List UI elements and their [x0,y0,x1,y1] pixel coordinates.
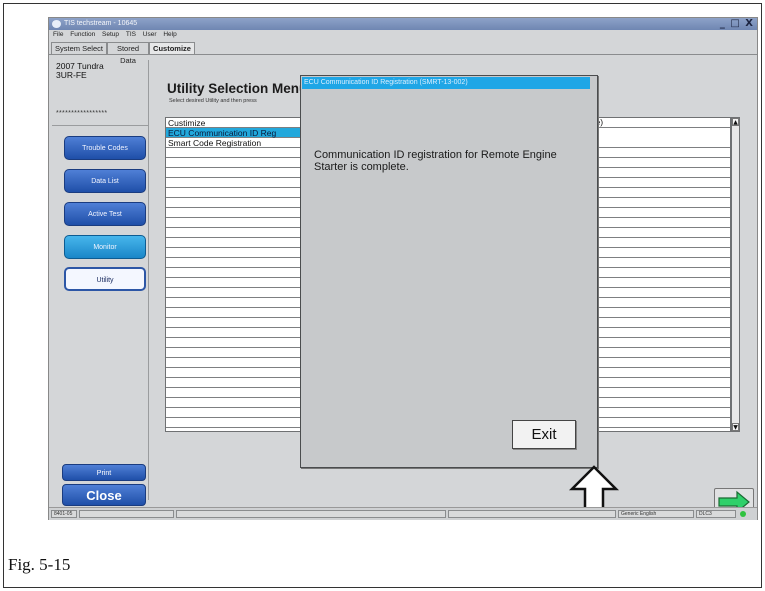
app-logo-icon [52,20,61,28]
status-port: DLC3 [696,510,736,518]
scroll-up-icon[interactable]: ▲ [732,118,739,126]
menu-file[interactable]: File [53,31,63,38]
data-list-button[interactable]: Data List [64,169,146,193]
vehicle-info: 2007 Tundra 3UR-FE [56,62,104,80]
list-scrollbar[interactable]: ▲ ▼ [731,117,740,432]
tab-stored-data[interactable]: Stored Data [107,42,149,65]
close-button[interactable]: Close [62,484,146,506]
status-bar: 8401-05 Generic English DLC3 [49,507,757,520]
utility-menu-subtitle: Select desired Utility and then press [169,98,257,104]
window-controls[interactable]: _ □ X [720,18,754,30]
list-item-ecu-communication-id[interactable]: ECU Communication ID Reg [166,128,306,138]
tab-bar: System Select Stored Data Customize [49,41,757,65]
tab-system-select[interactable]: System Select [51,42,107,54]
dialog-title: ECU Communication ID Registration (SMRT-… [302,77,590,89]
dialog-message: Communication ID registration for Remote… [314,149,557,173]
connection-status-icon [740,511,746,517]
figure-caption: Fig. 5-15 [8,555,71,574]
vehicle-vin: ***************** [56,110,108,117]
status-code: 8401-05 [51,510,77,518]
vehicle-engine: 3UR-FE [56,70,87,80]
techstream-window: TIS techstream - 10645 _ □ X File Functi… [48,17,758,520]
scroll-down-icon[interactable]: ▼ [732,423,739,431]
menu-user[interactable]: User [143,31,157,38]
utility-menu-title: Utility Selection Menu [167,81,308,96]
menu-function[interactable]: Function [70,31,95,38]
window-title: TIS techstream - 10645 [64,20,138,27]
tab-customize[interactable]: Customize [149,42,195,54]
menu-tis[interactable]: TIS [126,31,136,38]
status-field [79,510,174,518]
left-panel: 2007 Tundra 3UR-FE ***************** Trou… [52,60,149,500]
title-bar: TIS techstream - 10645 _ □ X [49,18,757,30]
status-field [176,510,446,518]
menu-setup[interactable]: Setup [102,31,119,38]
monitor-button[interactable]: Monitor [64,235,146,259]
status-field [448,510,616,518]
menu-help[interactable]: Help [163,31,176,38]
registration-complete-dialog: ECU Communication ID Registration (SMRT-… [300,75,598,468]
utility-button[interactable]: Utility [64,267,146,291]
status-language: Generic English [618,510,694,518]
divider [52,125,148,126]
menu-bar: File Function Setup TIS User Help [49,30,757,40]
print-button[interactable]: Print [62,464,146,481]
trouble-codes-button[interactable]: Trouble Codes [64,136,146,160]
active-test-button[interactable]: Active Test [64,202,146,226]
exit-button[interactable]: Exit [512,420,576,449]
